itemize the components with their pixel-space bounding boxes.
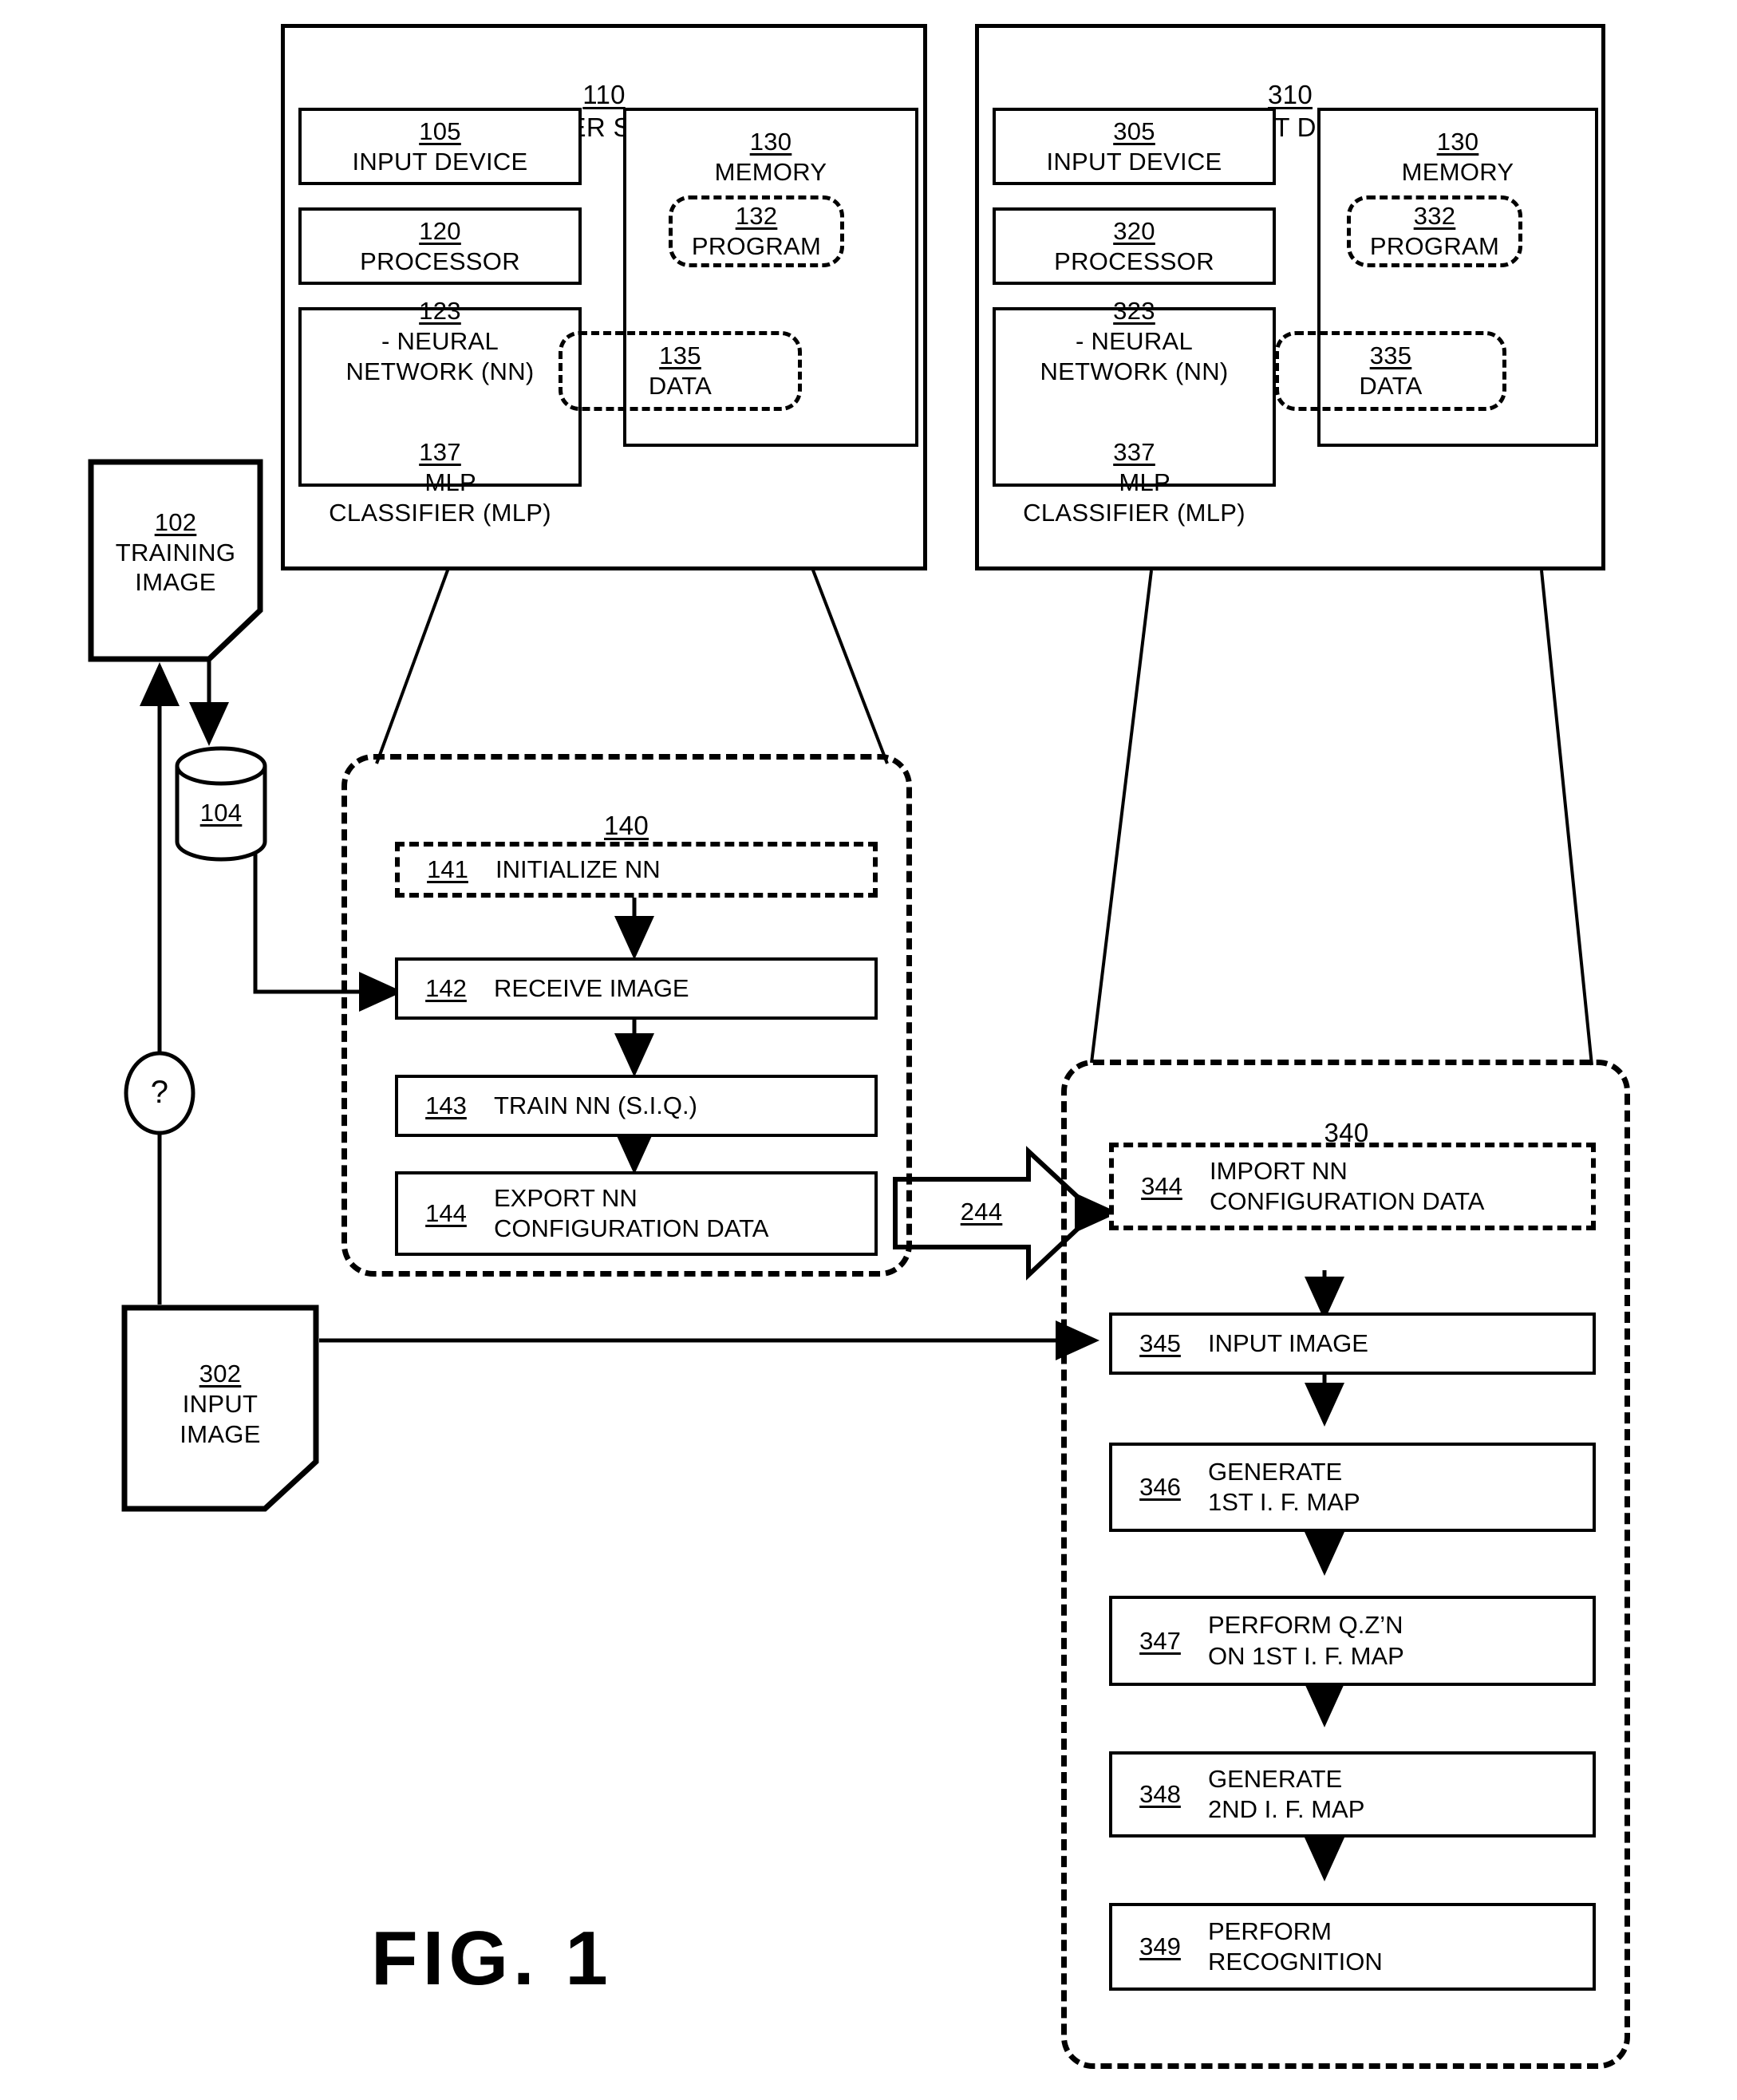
client-to-recognition-leaders: [1090, 570, 1593, 1066]
training-step-143-label: TRAIN NN (S.I.Q.): [494, 1091, 697, 1119]
server-memory-number: 130: [749, 128, 792, 156]
training-image-doc: 102 TRAINING IMAGE: [88, 459, 263, 662]
server-neural-network-box: 123 - NEURAL NETWORK (NN) 137 – MLP CLAS…: [298, 297, 582, 527]
client-data-label: DATA: [1359, 372, 1423, 400]
recognition-step-349-number: 349: [1139, 1932, 1181, 1960]
server-data-box: 135 DATA: [559, 331, 802, 411]
server-data-label: DATA: [648, 372, 713, 400]
client-mlp-label: – MLP CLASSIFIER (MLP): [1023, 468, 1246, 527]
recognition-step-345-number: 345: [1139, 1329, 1181, 1357]
server-system-panel: 110 SERVER SYSTEM 105 INPUT DEVICE 120 P…: [281, 24, 927, 570]
question-node-label: ?: [150, 1075, 169, 1110]
training-image-label: TRAINING IMAGE: [115, 538, 236, 597]
training-step-143: 143 TRAIN NN (S.I.Q.): [395, 1075, 878, 1137]
recognition-step-347: 347 PERFORM Q.Z’N ON 1ST I. F. MAP: [1109, 1596, 1596, 1686]
server-program-number: 132: [735, 202, 778, 231]
client-mlp-text: 337 – MLP CLASSIFIER (MLP): [1023, 408, 1246, 528]
server-input-device-box: 105 INPUT DEVICE: [298, 108, 582, 185]
client-processor-number: 320: [1113, 216, 1155, 245]
training-step-143-number: 143: [425, 1091, 467, 1119]
recognition-step-346-label: GENERATE 1ST I. F. MAP: [1208, 1457, 1360, 1516]
server-memory-label: MEMORY: [714, 158, 827, 186]
client-memory-number: 130: [1436, 128, 1479, 156]
training-step-144-number: 144: [425, 1199, 467, 1227]
training-step-141: 141 INITIALIZE NN: [395, 842, 878, 898]
training-step-141-number: 141: [427, 855, 468, 883]
recognition-step-346-number: 346: [1139, 1473, 1181, 1501]
training-step-144-label: EXPORT NN CONFIGURATION DATA: [494, 1183, 769, 1242]
server-mlp-label: – MLP CLASSIFIER (MLP): [329, 468, 551, 527]
client-nn-text: 323 - NEURAL NETWORK (NN): [1040, 266, 1228, 386]
client-neural-network-box: 323 - NEURAL NETWORK (NN) 337 – MLP CLAS…: [993, 297, 1276, 527]
server-input-device-number: 105: [419, 116, 461, 145]
database-number: 104: [199, 799, 243, 827]
server-program-label: PROGRAM: [691, 232, 822, 260]
recognition-step-349-label: PERFORM RECOGNITION: [1208, 1916, 1383, 1976]
client-program-box: 332 PROGRAM: [1347, 195, 1522, 267]
training-flow-number: 140: [604, 811, 649, 841]
server-nn-text: 123 - NEURAL NETWORK (NN): [345, 266, 534, 386]
client-data-box: 335 DATA: [1275, 331, 1506, 411]
patent-figure-page: 110 SERVER SYSTEM 105 INPUT DEVICE 120 P…: [0, 0, 1737, 2100]
server-program-box: 132 PROGRAM: [669, 195, 844, 267]
recognition-step-344-label: IMPORT NN CONFIGURATION DATA: [1210, 1156, 1485, 1215]
recognition-step-349: 349 PERFORM RECOGNITION: [1109, 1903, 1596, 1991]
client-program-label: PROGRAM: [1369, 232, 1500, 260]
server-system-number: 110: [582, 80, 626, 110]
server-mlp-text: 137 – MLP CLASSIFIER (MLP): [329, 408, 551, 528]
recognition-step-347-number: 347: [1139, 1626, 1181, 1655]
server-processor-number: 120: [419, 216, 461, 245]
input-image-label: INPUT IMAGE: [180, 1390, 261, 1448]
client-input-device-label: INPUT DEVICE: [1046, 147, 1222, 176]
recognition-step-344-number: 344: [1141, 1172, 1182, 1200]
figure-caption: FIG. 1: [371, 1916, 613, 2001]
training-step-142-label: RECEIVE IMAGE: [494, 973, 689, 1002]
client-device-panel: 310 CLIENT DEVICE 305 INPUT DEVICE 320 P…: [975, 24, 1605, 570]
client-nn-number: 323: [1113, 297, 1155, 326]
server-data-number: 135: [659, 341, 701, 370]
training-step-141-label: INITIALIZE NN: [495, 855, 661, 883]
training-image-number: 102: [154, 507, 197, 536]
transfer-arrow-number: 244: [960, 1198, 1003, 1226]
client-program-number: 332: [1413, 202, 1456, 231]
server-nn-number: 123: [419, 297, 461, 326]
recognition-step-346: 346 GENERATE 1ST I. F. MAP: [1109, 1443, 1596, 1532]
client-mlp-number: 337: [1113, 438, 1155, 467]
server-input-device-label: INPUT DEVICE: [352, 147, 528, 176]
training-step-144: 144 EXPORT NN CONFIGURATION DATA: [395, 1171, 878, 1256]
recognition-step-344: 344 IMPORT NN CONFIGURATION DATA: [1109, 1143, 1596, 1230]
client-input-device-number: 305: [1113, 116, 1155, 145]
server-to-training-leaders: [375, 567, 889, 764]
recognition-step-347-label: PERFORM Q.Z’N ON 1ST I. F. MAP: [1208, 1611, 1404, 1670]
training-step-142: 142 RECEIVE IMAGE: [395, 957, 878, 1020]
client-device-number: 310: [1268, 80, 1313, 110]
recognition-step-345-label: INPUT IMAGE: [1208, 1328, 1368, 1357]
server-mlp-number: 137: [419, 438, 461, 467]
client-nn-label: - NEURAL NETWORK (NN): [1040, 326, 1229, 385]
recognition-step-348-label: GENERATE 2ND I. F. MAP: [1208, 1764, 1365, 1823]
recognition-step-348: 348 GENERATE 2ND I. F. MAP: [1109, 1751, 1596, 1838]
recognition-step-345: 345 INPUT IMAGE: [1109, 1312, 1596, 1375]
input-image-number: 302: [199, 1360, 242, 1388]
client-input-device-box: 305 INPUT DEVICE: [993, 108, 1276, 185]
input-image-doc: 302 INPUT IMAGE: [121, 1305, 319, 1512]
client-memory-label: MEMORY: [1401, 158, 1514, 186]
client-data-number: 335: [1369, 341, 1412, 370]
training-step-142-number: 142: [425, 974, 467, 1002]
recognition-step-348-number: 348: [1139, 1780, 1181, 1808]
server-nn-label: - NEURAL NETWORK (NN): [345, 326, 535, 385]
